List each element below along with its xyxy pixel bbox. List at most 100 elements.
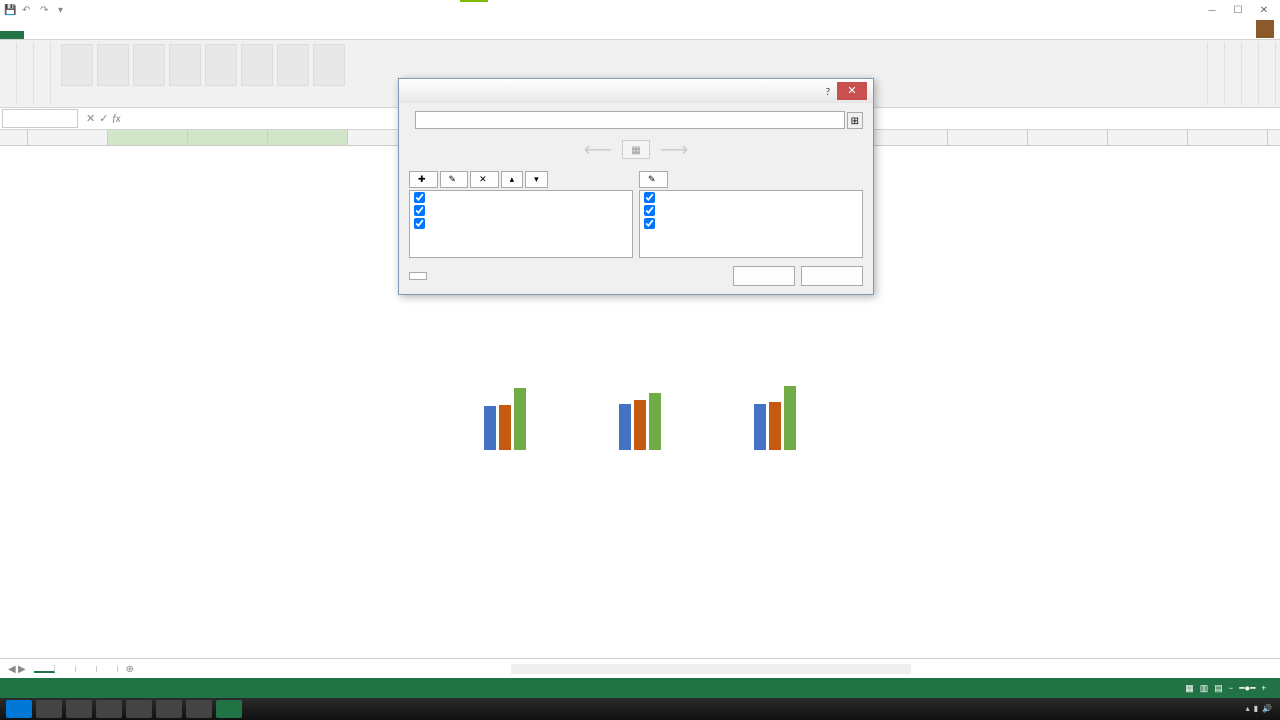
edit-icon: ✎ (449, 174, 457, 185)
app-icon[interactable] (156, 700, 182, 718)
col-header[interactable] (268, 130, 348, 145)
chart-data-range-input[interactable] (415, 111, 845, 129)
col-header[interactable] (188, 130, 268, 145)
series-checkbox[interactable] (414, 192, 425, 203)
cancel-button[interactable] (801, 266, 863, 286)
chart-style-icon[interactable] (205, 44, 237, 86)
tray-up-icon[interactable]: ▴ (1246, 704, 1250, 714)
category-checkbox[interactable] (644, 205, 655, 216)
zoom-in-icon[interactable]: + (1262, 683, 1266, 694)
col-header[interactable] (868, 130, 948, 145)
series-checkbox[interactable] (414, 218, 425, 229)
minimize-icon[interactable]: — (1200, 3, 1224, 16)
sheet-nav-prev[interactable]: ◀ ▶ (0, 662, 34, 675)
tab-format[interactable] (184, 31, 204, 39)
view-normal-icon[interactable]: ▦ (1185, 683, 1194, 694)
series-list[interactable] (409, 190, 633, 258)
quick-access-toolbar: 💾 ↶ ↷ ▾ (4, 3, 70, 15)
category-item (640, 217, 862, 230)
undo-icon[interactable]: ↶ (22, 3, 34, 15)
chart-style-icon[interactable] (133, 44, 165, 86)
remove-series-button[interactable]: ✕ (470, 171, 499, 188)
title-bar: 💾 ↶ ↷ ▾ — ☐ ✕ (0, 0, 1280, 18)
category-checkbox[interactable] (644, 218, 655, 229)
select-all-corner[interactable] (0, 130, 28, 145)
avatar[interactable] (1256, 20, 1274, 38)
chart-style-icon[interactable] (241, 44, 273, 86)
hscroll-track[interactable] (511, 664, 911, 674)
col-header[interactable] (28, 130, 108, 145)
cancel-formula-icon[interactable]: ✕ (86, 112, 95, 125)
view-break-icon[interactable]: ▤ (1214, 683, 1223, 694)
ribbon-tabs (0, 18, 1280, 40)
tab-design[interactable] (164, 31, 184, 39)
tab-data[interactable] (104, 31, 124, 39)
help-icon[interactable]: ? (819, 85, 837, 98)
series-item (410, 217, 632, 230)
chart-style-icon[interactable] (169, 44, 201, 86)
sheet-tabs: ◀ ▶ ⊕ (0, 658, 1280, 678)
redo-icon[interactable]: ↷ (40, 3, 52, 15)
windows-taskbar: ▴ ▮ 🔊 (0, 698, 1280, 720)
range-selector-icon[interactable]: ⊞ (847, 112, 863, 129)
tab-review[interactable] (124, 31, 144, 39)
add-sheet-icon[interactable]: ⊕ (118, 662, 142, 675)
category-checkbox[interactable] (644, 192, 655, 203)
edit-axis-button[interactable]: ✎ (639, 171, 668, 188)
sheet-tab-measurement[interactable] (97, 666, 118, 672)
series-item (410, 204, 632, 217)
view-page-icon[interactable]: ▥ (1200, 683, 1209, 694)
tab-home[interactable] (24, 31, 44, 39)
remove-icon: ✕ (479, 174, 487, 185)
hidden-empty-cells-button[interactable] (409, 272, 427, 280)
fx-icon[interactable]: fx (112, 112, 120, 125)
app-icon[interactable] (96, 700, 122, 718)
tab-page-layout[interactable] (64, 31, 84, 39)
col-header[interactable] (1028, 130, 1108, 145)
chart-style-icon[interactable] (61, 44, 93, 86)
app-icon[interactable] (186, 700, 212, 718)
close-icon[interactable]: ✕ (837, 82, 867, 100)
series-checkbox[interactable] (414, 205, 425, 216)
tray-volume-icon[interactable]: 🔊 (1262, 704, 1272, 714)
category-list[interactable] (639, 190, 863, 258)
chrome-icon[interactable] (126, 700, 152, 718)
name-box[interactable] (2, 109, 78, 128)
sheet-tab-pigments[interactable] (34, 665, 55, 673)
qat-more-icon[interactable]: ▾ (58, 3, 70, 15)
col-header[interactable] (948, 130, 1028, 145)
add-series-button[interactable]: ✚ (409, 171, 438, 188)
file-tab[interactable] (0, 31, 24, 39)
tab-insert[interactable] (44, 31, 64, 39)
edit-series-button[interactable]: ✎ (440, 171, 469, 188)
col-header[interactable] (108, 130, 188, 145)
col-header[interactable] (1108, 130, 1188, 145)
close-window-icon[interactable]: ✕ (1252, 3, 1276, 16)
embedded-chart[interactable] (440, 350, 840, 450)
col-header[interactable] (1188, 130, 1268, 145)
start-icon[interactable] (6, 700, 32, 718)
zoom-out-icon[interactable]: − (1229, 683, 1233, 694)
move-down-button[interactable]: ▾ (525, 171, 548, 188)
tab-formulas[interactable] (84, 31, 104, 39)
chart-style-icon[interactable] (313, 44, 345, 86)
maximize-icon[interactable]: ☐ (1226, 3, 1250, 16)
explorer-icon[interactable] (66, 700, 92, 718)
category-item (640, 204, 862, 217)
zoom-slider[interactable]: ━●━ (1239, 683, 1255, 694)
switch-row-column-button[interactable]: ▦ (622, 140, 649, 159)
chart-style-icon[interactable] (277, 44, 309, 86)
move-up-button[interactable]: ▴ (501, 171, 524, 188)
excel-icon[interactable] (216, 700, 242, 718)
sheet-tab-biomass[interactable] (55, 666, 76, 672)
arrow-right-icon: ⟶ (660, 137, 689, 162)
save-icon[interactable]: 💾 (4, 3, 16, 15)
sheet-tab-leaf[interactable] (76, 666, 97, 672)
tray-network-icon[interactable]: ▮ (1254, 704, 1258, 714)
select-data-source-dialog: ? ✕ ⊞ ⟵ ▦ ⟶ ✚ ✎ ✕ ▴ ▾ (398, 78, 874, 295)
ok-button[interactable] (733, 266, 795, 286)
enter-formula-icon[interactable]: ✓ (99, 112, 108, 125)
tab-view[interactable] (144, 31, 164, 39)
ie-icon[interactable] (36, 700, 62, 718)
chart-style-icon[interactable] (97, 44, 129, 86)
